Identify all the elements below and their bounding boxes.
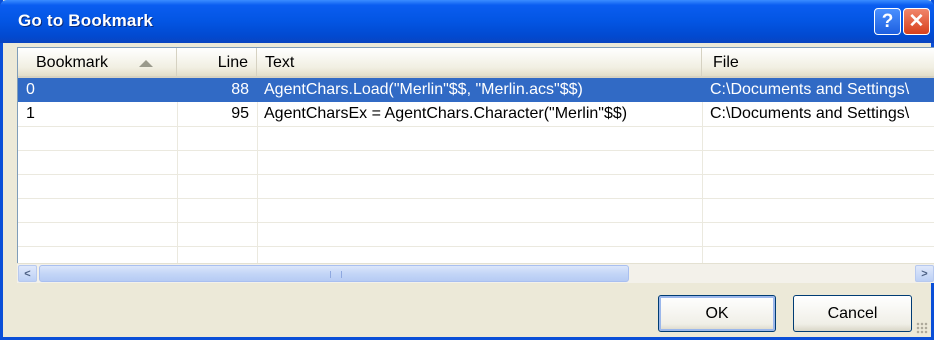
column-header-text[interactable]: Text	[257, 48, 702, 76]
column-header-bookmark[interactable]: Bookmark	[18, 48, 177, 76]
table-row[interactable]: 1 95 AgentCharsEx = AgentChars.Character…	[18, 102, 934, 126]
chevron-left-icon: <	[24, 268, 31, 280]
title-bar[interactable]: Go to Bookmark ? ✕	[0, 0, 934, 43]
column-header-file[interactable]: File	[702, 48, 934, 76]
cell-text: AgentChars.Load("Merlin"$$, "Merlin.acs"…	[264, 81, 583, 98]
cell-file: C:\Documents and Settings\	[710, 105, 910, 122]
horizontal-scrollbar[interactable]: < >	[17, 263, 934, 283]
cell-text: AgentCharsEx = AgentChars.Character("Mer…	[264, 105, 628, 122]
close-icon: ✕	[908, 11, 925, 32]
grid-line	[18, 246, 934, 247]
bookmark-list[interactable]: Bookmark Line Text File 0 88 AgentChars.…	[17, 47, 934, 283]
grid-line	[18, 174, 934, 175]
resize-grip[interactable]	[916, 322, 928, 334]
column-header-bookmark-label: Bookmark	[36, 54, 109, 71]
column-header-line[interactable]: Line	[177, 48, 257, 76]
cell-line: 95	[231, 105, 249, 122]
grid-line	[18, 222, 934, 223]
column-header-file-label: File	[713, 54, 739, 71]
list-header: Bookmark Line Text File	[18, 48, 934, 78]
grid-line	[18, 150, 934, 151]
go-to-bookmark-dialog: Go to Bookmark ? ✕ Bookmark Line Text Fi…	[0, 0, 934, 340]
cell-line: 88	[231, 81, 249, 98]
window-title: Go to Bookmark	[18, 11, 154, 30]
cancel-button[interactable]: Cancel	[793, 295, 912, 332]
scroll-right-button[interactable]: >	[915, 265, 934, 282]
column-header-text-label: Text	[265, 54, 295, 71]
cell-bookmark: 0	[26, 81, 35, 98]
chevron-right-icon: >	[921, 268, 928, 280]
cell-file: C:\Documents and Settings\	[710, 81, 910, 98]
column-header-line-label: Line	[217, 54, 248, 71]
cell-bookmark: 1	[26, 105, 35, 122]
grid-line	[18, 198, 934, 199]
question-icon: ?	[881, 10, 894, 32]
scroll-left-button[interactable]: <	[18, 265, 37, 282]
close-button[interactable]: ✕	[903, 8, 930, 35]
scrollbar-thumb[interactable]	[39, 265, 629, 282]
grip-icon	[330, 271, 342, 278]
help-button[interactable]: ?	[874, 8, 901, 35]
ok-button[interactable]: OK	[658, 295, 776, 332]
sort-ascending-icon	[139, 60, 153, 67]
table-row[interactable]: 0 88 AgentChars.Load("Merlin"$$, "Merlin…	[18, 78, 934, 102]
grid-line	[18, 126, 934, 127]
